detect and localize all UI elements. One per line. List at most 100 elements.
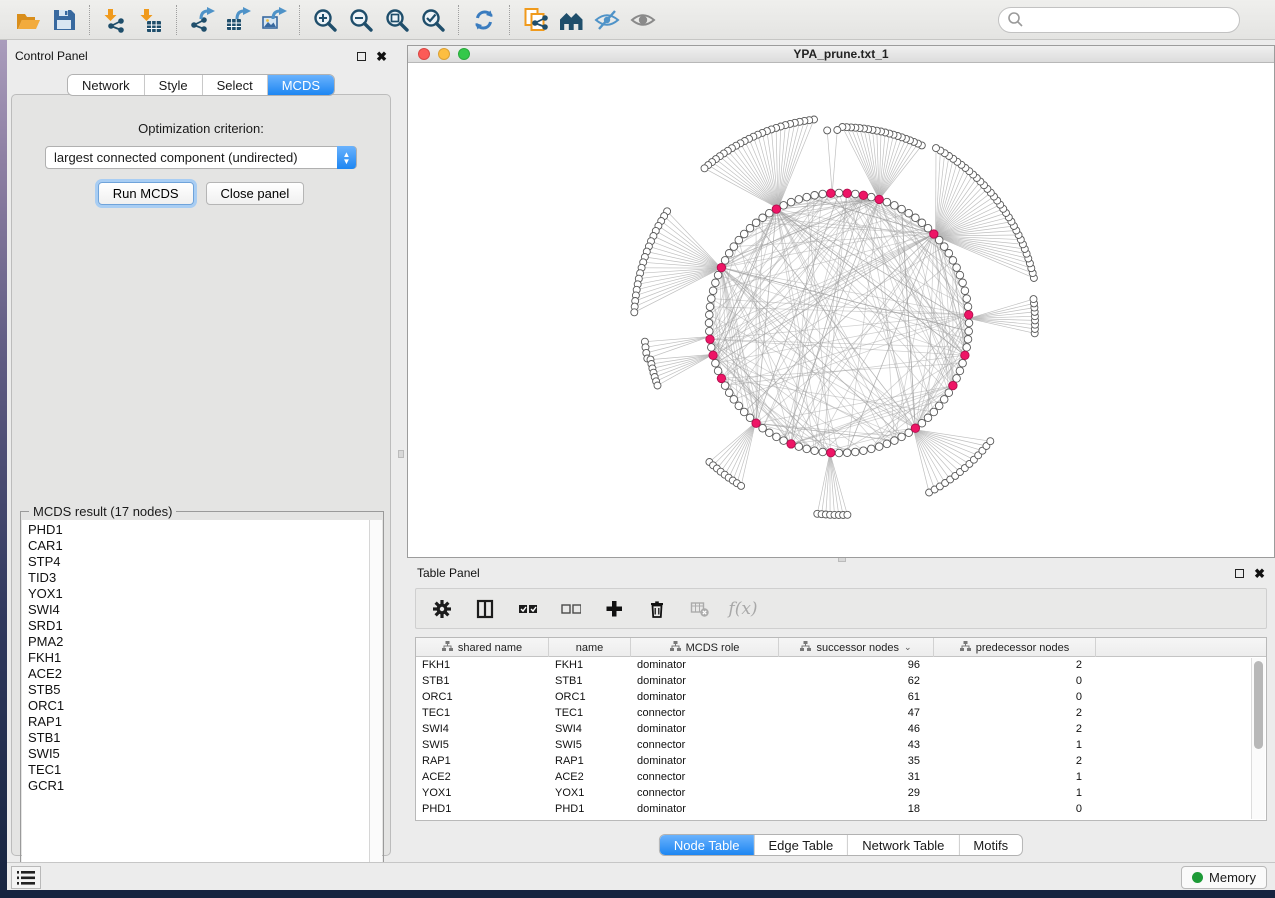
- column-visibility-icon[interactable]: [473, 597, 497, 621]
- memory-button-label: Memory: [1209, 870, 1256, 885]
- mcds-result-item[interactable]: YOX1: [28, 586, 370, 602]
- mcds-result-item[interactable]: PMA2: [28, 634, 370, 650]
- toolbar-separator: [509, 5, 510, 35]
- search-icon: [1006, 10, 1024, 31]
- zoom-out-icon[interactable]: [343, 4, 379, 36]
- tab-network[interactable]: Network: [68, 75, 145, 95]
- close-panel-button[interactable]: Close panel: [206, 182, 305, 205]
- control-panel-close-icon[interactable]: ✖: [376, 52, 387, 61]
- mcds-result-item[interactable]: CAR1: [28, 538, 370, 554]
- attribute-type-icon: [960, 641, 971, 655]
- table-cell: dominator: [631, 691, 779, 703]
- table-scrollbar-thumb[interactable]: [1254, 661, 1263, 749]
- table-panel: Table Panel ✖ f(x) shared namenameMCDS r…: [407, 562, 1275, 860]
- mcds-result-item[interactable]: SRD1: [28, 618, 370, 634]
- refresh-layout-icon[interactable]: [466, 4, 502, 36]
- import-network-icon[interactable]: [97, 4, 133, 36]
- mcds-result-item[interactable]: SWI4: [28, 602, 370, 618]
- vertical-splitter[interactable]: [395, 45, 407, 862]
- table-settings-icon[interactable]: [430, 597, 454, 621]
- first-neighbors-icon[interactable]: [553, 4, 589, 36]
- export-table-icon[interactable]: [220, 4, 256, 36]
- criterion-dropdown[interactable]: largest connected component (undirected)…: [45, 146, 357, 169]
- column-header-successor-nodes[interactable]: successor nodes⌄: [779, 638, 934, 657]
- mcds-result-list[interactable]: PHD1CAR1STP4TID3YOX1SWI4SRD1PMA2FKH1ACE2…: [22, 520, 370, 876]
- mcds-result-item[interactable]: STB1: [28, 730, 370, 746]
- select-all-rows-icon[interactable]: [516, 597, 540, 621]
- function-builder-icon: f(x): [731, 597, 755, 621]
- search-input[interactable]: [998, 7, 1240, 33]
- zoom-fit-icon[interactable]: [379, 4, 415, 36]
- control-panel-float-icon[interactable]: [357, 52, 366, 61]
- mcds-result-scrollbar[interactable]: [369, 520, 382, 876]
- mcds-result-groupbox: MCDS result (17 nodes) PHD1CAR1STP4TID3Y…: [20, 511, 384, 878]
- table-row[interactable]: ORC1ORC1dominator610: [416, 689, 1266, 705]
- deselect-all-rows-icon[interactable]: [559, 597, 583, 621]
- table-panel-title: Table Panel: [417, 566, 1235, 580]
- new-network-from-selection-icon[interactable]: [517, 4, 553, 36]
- show-panel-list-button[interactable]: [11, 866, 41, 889]
- mcds-result-item[interactable]: FKH1: [28, 650, 370, 666]
- attribute-type-icon: [670, 641, 681, 655]
- table-cell: connector: [631, 739, 779, 751]
- zoom-selected-icon[interactable]: [415, 4, 451, 36]
- mcds-result-item[interactable]: STB5: [28, 682, 370, 698]
- memory-button[interactable]: Memory: [1181, 866, 1267, 889]
- tab-network-table[interactable]: Network Table: [848, 835, 959, 855]
- table-row[interactable]: YOX1YOX1connector291: [416, 785, 1266, 801]
- mcds-result-item[interactable]: RAP1: [28, 714, 370, 730]
- table-panel-close-icon[interactable]: ✖: [1254, 569, 1265, 578]
- mcds-result-item[interactable]: TID3: [28, 570, 370, 586]
- mcds-result-item[interactable]: PHD1: [28, 522, 370, 538]
- table-panel-float-icon[interactable]: [1235, 569, 1244, 578]
- tab-select[interactable]: Select: [203, 75, 268, 95]
- tab-node-table[interactable]: Node Table: [660, 835, 755, 855]
- table-row[interactable]: FKH1FKH1dominator962: [416, 657, 1266, 673]
- column-header-MCDS-role[interactable]: MCDS role: [631, 638, 779, 657]
- save-session-icon[interactable]: [46, 4, 82, 36]
- table-scrollbar[interactable]: [1251, 658, 1265, 819]
- network-canvas[interactable]: [408, 63, 1274, 557]
- show-all-icon[interactable]: [625, 4, 661, 36]
- table-cell: 0: [934, 675, 1096, 687]
- network-graph[interactable]: [408, 63, 1274, 557]
- open-file-icon[interactable]: [10, 4, 46, 36]
- mcds-result-item[interactable]: GCR1: [28, 778, 370, 794]
- table-cell: 62: [779, 675, 934, 687]
- column-header-predecessor-nodes[interactable]: predecessor nodes: [934, 638, 1096, 657]
- network-window-titlebar[interactable]: YPA_prune.txt_1: [408, 46, 1274, 63]
- mcds-result-item[interactable]: STP4: [28, 554, 370, 570]
- tab-style[interactable]: Style: [145, 75, 203, 95]
- table-row[interactable]: STB1STB1dominator620: [416, 673, 1266, 689]
- table-row[interactable]: ACE2ACE2connector311: [416, 769, 1266, 785]
- table-cell: SWI5: [416, 739, 549, 751]
- delete-columns-icon[interactable]: [645, 597, 669, 621]
- table-row[interactable]: TEC1TEC1connector472: [416, 705, 1266, 721]
- hide-selected-icon[interactable]: [589, 4, 625, 36]
- table-row[interactable]: SWI5SWI5connector431: [416, 737, 1266, 753]
- table-row[interactable]: RAP1RAP1dominator352: [416, 753, 1266, 769]
- tab-motifs[interactable]: Motifs: [959, 835, 1022, 855]
- table-row[interactable]: SWI4SWI4dominator462: [416, 721, 1266, 737]
- zoom-in-icon[interactable]: [307, 4, 343, 36]
- tab-mcds[interactable]: MCDS: [268, 75, 334, 95]
- mcds-result-item[interactable]: TEC1: [28, 762, 370, 778]
- attribute-type-icon: [442, 641, 453, 655]
- export-image-icon[interactable]: [256, 4, 292, 36]
- table-cell: 18: [779, 803, 934, 815]
- column-header-shared-name[interactable]: shared name: [416, 638, 549, 657]
- add-column-icon[interactable]: [602, 597, 626, 621]
- table-cell: 46: [779, 723, 934, 735]
- mcds-result-item[interactable]: ACE2: [28, 666, 370, 682]
- import-table-icon[interactable]: [133, 4, 169, 36]
- mcds-result-item[interactable]: ORC1: [28, 698, 370, 714]
- vertical-splitter-grip[interactable]: [398, 450, 404, 458]
- table-cell: 0: [934, 803, 1096, 815]
- tab-edge-table[interactable]: Edge Table: [754, 835, 848, 855]
- column-header-name[interactable]: name: [549, 638, 631, 657]
- table-cell: 31: [779, 771, 934, 783]
- mcds-result-item[interactable]: SWI5: [28, 746, 370, 762]
- export-network-icon[interactable]: [184, 4, 220, 36]
- table-row[interactable]: PHD1PHD1dominator180: [416, 801, 1266, 817]
- run-mcds-button[interactable]: Run MCDS: [98, 182, 194, 205]
